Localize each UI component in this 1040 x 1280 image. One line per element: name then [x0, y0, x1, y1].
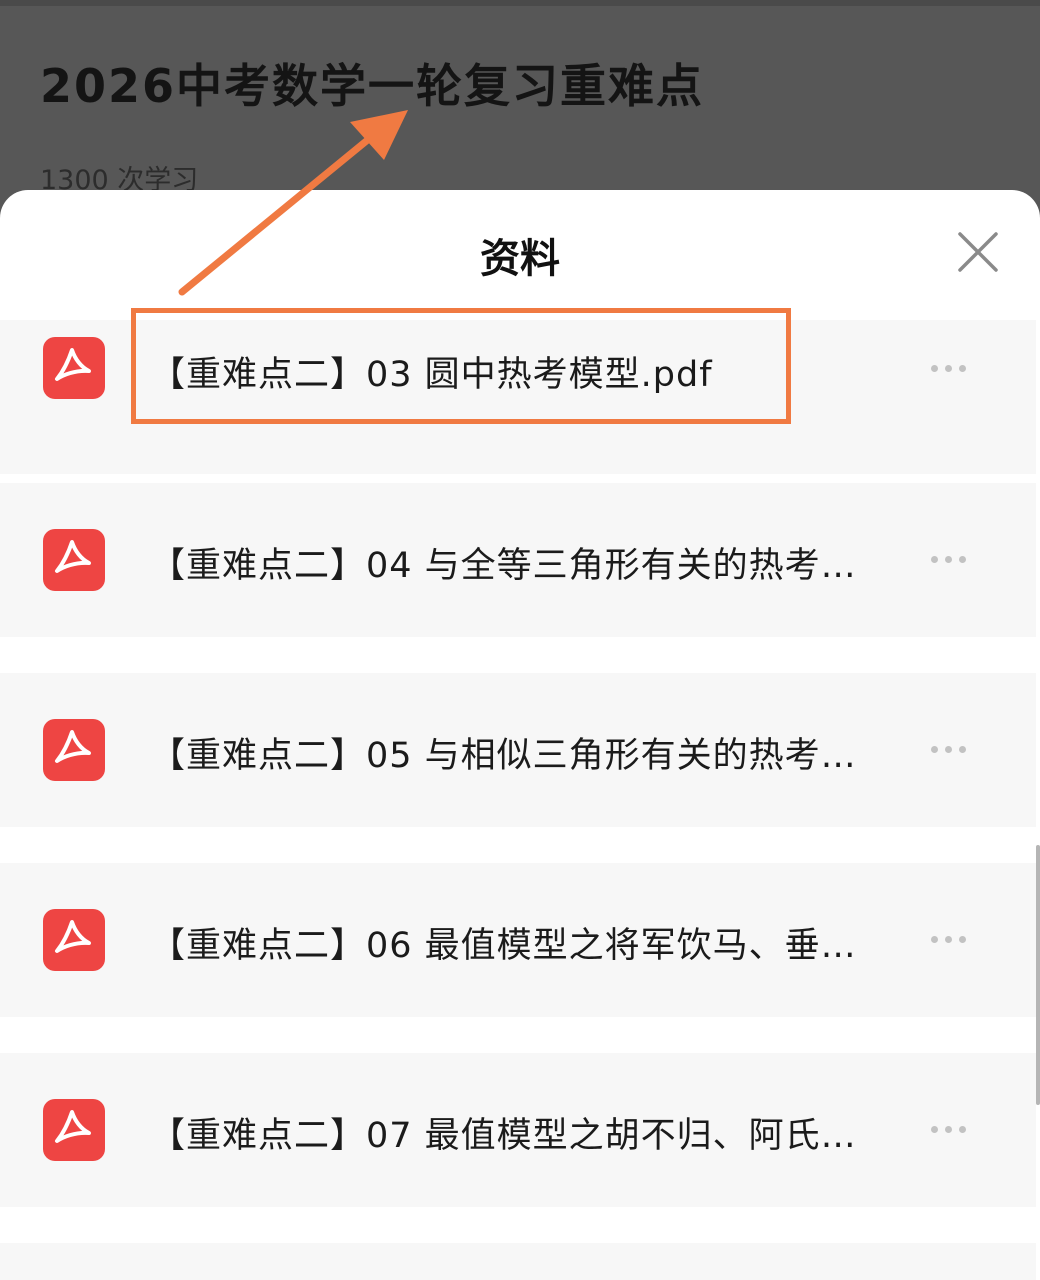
file-item-partial[interactable] — [0, 1243, 1036, 1280]
file-item[interactable]: 【重难点二】04 与全等三角形有关的热考… — [0, 483, 1036, 637]
file-item[interactable]: 【重难点二】07 最值模型之胡不归、阿氏… — [0, 1053, 1036, 1207]
more-dot-icon — [945, 556, 952, 563]
more-dot-icon — [959, 746, 966, 753]
backdrop-top-strip — [0, 0, 1040, 6]
more-dot-icon — [945, 936, 952, 943]
file-item[interactable]: 【重难点二】05 与相似三角形有关的热考… — [0, 673, 1036, 827]
file-name: 【重难点二】06 最值模型之将军饮马、垂… — [150, 926, 857, 966]
more-dot-icon — [959, 556, 966, 563]
more-dot-icon — [945, 1126, 952, 1133]
more-dot-icon — [959, 936, 966, 943]
pdf-icon — [43, 1099, 105, 1161]
more-dot-icon — [959, 365, 966, 372]
more-dot-icon — [931, 556, 938, 563]
more-dot-icon — [931, 365, 938, 372]
more-dot-icon — [945, 746, 952, 753]
pdf-icon — [43, 337, 105, 399]
more-dot-icon — [959, 1126, 966, 1133]
more-dot-icon — [931, 1126, 938, 1133]
more-options-button[interactable] — [925, 1111, 973, 1147]
more-dot-icon — [945, 365, 952, 372]
more-dot-icon — [931, 936, 938, 943]
file-item[interactable]: 【重难点二】03 圆中热考模型.pdf — [0, 320, 1036, 474]
pdf-icon — [43, 529, 105, 591]
file-name: 【重难点二】07 最值模型之胡不归、阿氏… — [150, 1116, 857, 1156]
more-dot-icon — [931, 746, 938, 753]
file-name: 【重难点二】04 与全等三角形有关的热考… — [150, 546, 857, 586]
course-title: 2026中考数学一轮复习重难点 — [40, 59, 705, 113]
pdf-icon — [43, 909, 105, 971]
file-item[interactable]: 【重难点二】06 最值模型之将军饮马、垂… — [0, 863, 1036, 1017]
close-icon — [958, 232, 998, 272]
more-options-button[interactable] — [925, 921, 973, 957]
materials-sheet: 资料 【重难点二】03 圆中热考模型.pdf 【重难点二】04 与全等三角形有关… — [0, 190, 1040, 1280]
scrollbar[interactable] — [1036, 845, 1040, 1105]
sheet-title: 资料 — [480, 236, 560, 282]
close-button[interactable] — [952, 226, 1004, 278]
more-options-button[interactable] — [925, 350, 973, 386]
pdf-icon — [43, 719, 105, 781]
file-name: 【重难点二】03 圆中热考模型.pdf — [150, 355, 713, 395]
more-options-button[interactable] — [925, 541, 973, 577]
file-name: 【重难点二】05 与相似三角形有关的热考… — [150, 736, 857, 776]
more-options-button[interactable] — [925, 731, 973, 767]
